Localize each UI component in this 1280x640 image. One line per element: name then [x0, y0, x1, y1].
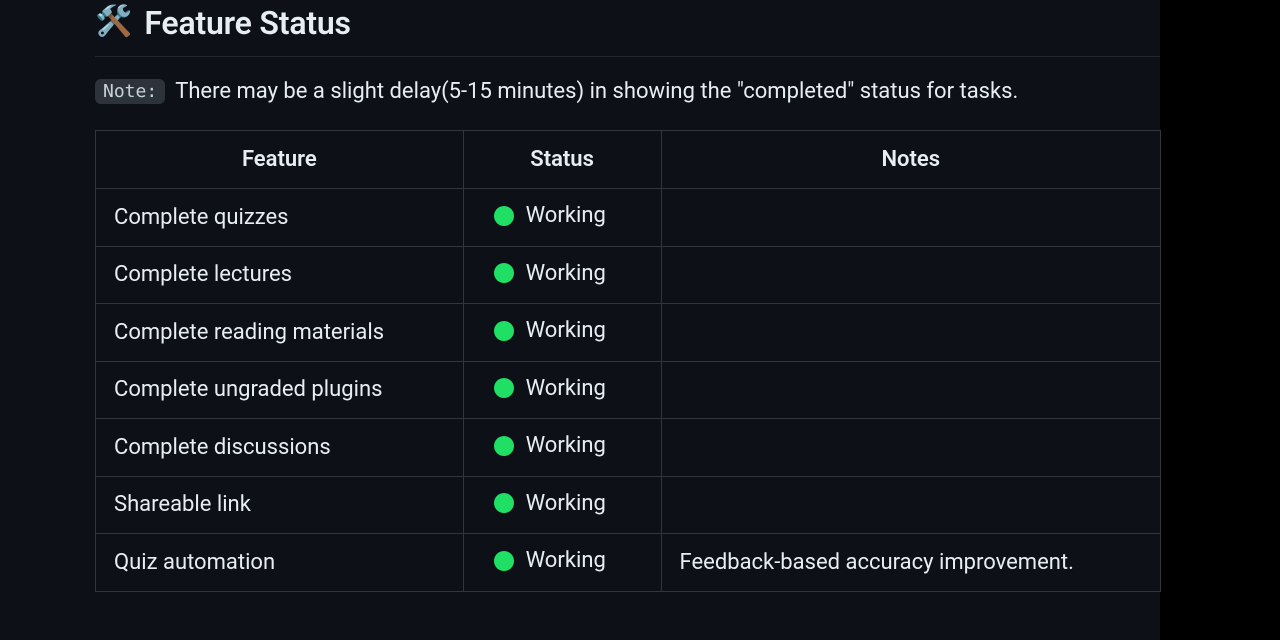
- table-row: Shareable link Working: [96, 476, 1161, 534]
- feature-cell: Complete quizzes: [96, 189, 464, 247]
- status-cell: Working: [463, 189, 661, 247]
- table-header-row: Feature Status Notes: [96, 131, 1161, 189]
- note-badge: Note:: [95, 79, 165, 104]
- status-text: Working: [526, 491, 606, 516]
- status-dot-icon: [494, 321, 514, 341]
- page-title: Feature Status: [144, 4, 350, 42]
- table-row: Complete lectures Working: [96, 246, 1161, 304]
- feature-cell: Complete reading materials: [96, 304, 464, 362]
- table-row: Quiz automation Working Feedback-based acc…: [96, 534, 1161, 592]
- page-container: 🛠️ Feature Status Note: There may be a s…: [0, 0, 1160, 640]
- table-row: Complete ungraded plugins Working: [96, 361, 1161, 419]
- notes-cell: [661, 476, 1160, 534]
- notes-cell: [661, 246, 1160, 304]
- status-dot-icon: [494, 493, 514, 513]
- tools-icon: 🛠️: [95, 7, 132, 37]
- status-text: Working: [526, 376, 606, 401]
- status-cell: Working: [463, 476, 661, 534]
- status-cell: Working: [463, 304, 661, 362]
- notes-cell: [661, 304, 1160, 362]
- notes-cell: Feedback-based accuracy improvement.: [661, 534, 1160, 592]
- notes-cell: [661, 361, 1160, 419]
- table-row: Complete discussions Working: [96, 419, 1161, 477]
- status-cell: Working: [463, 246, 661, 304]
- status-text: Working: [526, 433, 606, 458]
- feature-status-table: Feature Status Notes Complete quizzes Wor…: [95, 130, 1161, 592]
- status-cell: Working: [463, 534, 661, 592]
- status-dot-icon: [494, 263, 514, 283]
- status-dot-icon: [494, 378, 514, 398]
- feature-cell: Quiz automation: [96, 534, 464, 592]
- status-dot-icon: [494, 436, 514, 456]
- status-cell: Working: [463, 419, 661, 477]
- column-header-status: Status: [463, 131, 661, 189]
- note-line: Note: There may be a slight delay(5-15 m…: [95, 57, 1160, 130]
- column-header-feature: Feature: [96, 131, 464, 189]
- status-dot-icon: [494, 551, 514, 571]
- status-text: Working: [526, 203, 606, 228]
- table-row: Complete reading materials Working: [96, 304, 1161, 362]
- status-text: Working: [526, 261, 606, 286]
- notes-cell: [661, 189, 1160, 247]
- page-header: 🛠️ Feature Status: [95, 0, 1160, 57]
- feature-cell: Complete lectures: [96, 246, 464, 304]
- column-header-notes: Notes: [661, 131, 1160, 189]
- note-text: There may be a slight delay(5-15 minutes…: [175, 79, 1018, 104]
- status-text: Working: [526, 318, 606, 343]
- status-cell: Working: [463, 361, 661, 419]
- table-row: Complete quizzes Working: [96, 189, 1161, 247]
- feature-cell: Shareable link: [96, 476, 464, 534]
- status-dot-icon: [494, 206, 514, 226]
- notes-cell: [661, 419, 1160, 477]
- feature-cell: Complete discussions: [96, 419, 464, 477]
- status-text: Working: [526, 548, 606, 573]
- feature-cell: Complete ungraded plugins: [96, 361, 464, 419]
